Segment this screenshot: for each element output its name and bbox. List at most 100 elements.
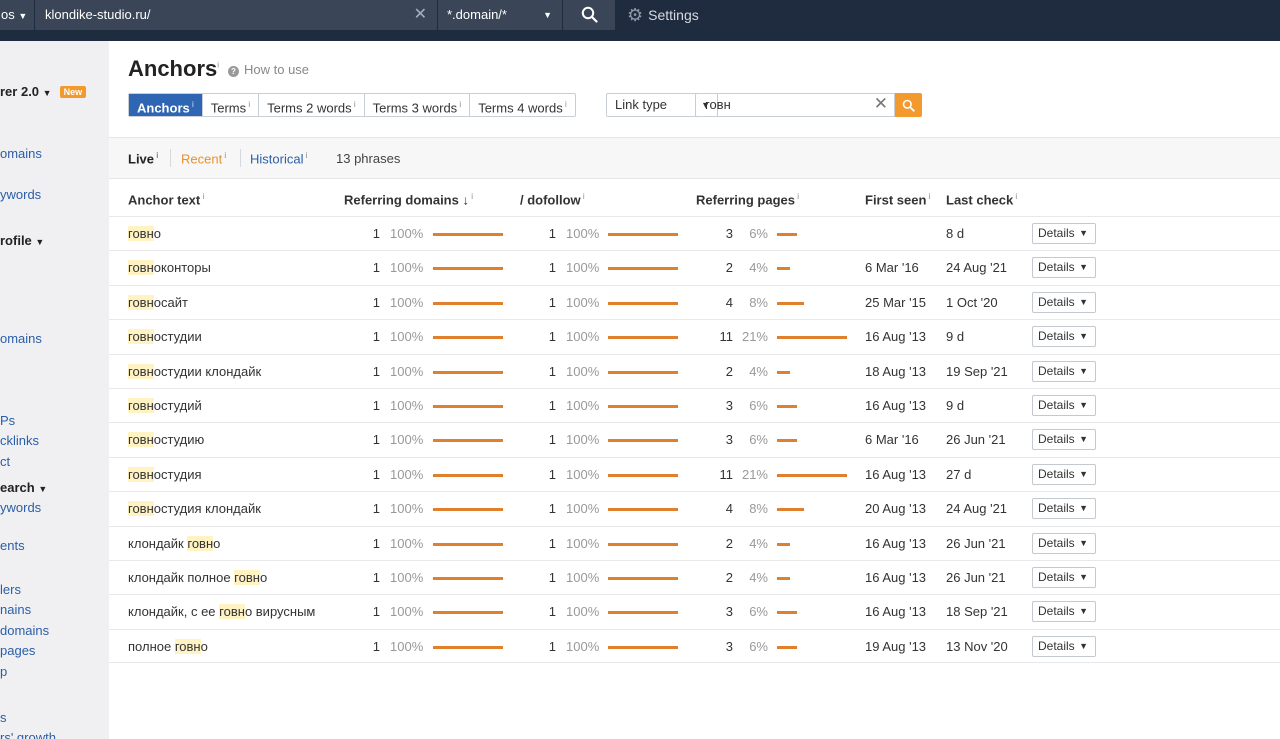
dofollow-value[interactable]: 1 [529,467,556,482]
dofollow-value[interactable]: 1 [529,501,556,516]
settings-button[interactable]: ⚙ Settings [627,0,699,30]
referring-domains-value[interactable]: 1 [353,639,380,654]
details-button[interactable]: Details ▼ [1032,532,1096,554]
chevron-down-icon: ▼ [1079,296,1088,307]
sidebar-item-folders[interactable]: lers [0,582,21,597]
column-header-anchor[interactable]: Anchor text i [128,192,204,207]
clear-url-icon[interactable]: ✕ [414,0,427,30]
tab-terms-2-words[interactable]: Terms 2 words i [258,94,364,116]
sidebar-item-explorer[interactable]: rer 2.0 ▼ New [0,84,87,99]
sidebar-item-ref-domains[interactable]: omains [0,331,42,346]
referring-pages-value[interactable]: 3 [705,398,733,413]
sidebar-item-linked-domains[interactable]: domains [0,623,49,638]
referring-pages-value[interactable]: 11 [705,467,734,482]
details-button[interactable]: Details ▼ [1032,567,1096,588]
referring-domains-value[interactable]: 1 [353,226,380,241]
details-button[interactable]: Details ▼ [1032,360,1096,382]
referring-domains-value[interactable]: 1 [353,536,380,551]
referring-pages-value[interactable]: 4 [705,295,733,310]
referring-domains-value[interactable]: 1 [353,501,380,516]
sidebar-item-ips[interactable]: Ps [0,413,15,428]
column-header-dofollow[interactable]: / dofollow i [520,192,585,207]
details-button[interactable]: Details ▼ [1032,291,1096,313]
referring-pages-value[interactable]: 2 [705,536,733,551]
sidebar-item-subdomains[interactable]: nains [0,602,31,617]
tab-terms-4-words[interactable]: Terms 4 words i [469,94,575,116]
dofollow-value[interactable]: 1 [529,364,556,379]
referring-pages-value[interactable]: 2 [705,364,733,379]
referring-pages-value[interactable]: 3 [705,432,733,447]
sidebar-item-map[interactable]: p [0,664,7,679]
clear-filter-icon[interactable]: ✕ [874,93,888,115]
sidebar-item-redirect[interactable]: ct [0,454,10,469]
dofollow-value[interactable]: 1 [529,639,556,654]
details-button[interactable]: Details ▼ [1032,326,1096,348]
dofollow-value[interactable]: 1 [529,226,556,241]
dofollow-value[interactable]: 1 [529,329,556,344]
referring-domains-value[interactable]: 1 [353,398,380,413]
tab-terms[interactable]: Terms i [201,94,258,116]
sidebar-item-keywords[interactable]: ywords [0,187,41,202]
dofollow-value[interactable]: 1 [529,295,556,310]
referring-domains-value[interactable]: 1 [353,329,380,344]
column-header-last-check[interactable]: Last check i [946,192,1017,207]
filter-search-button[interactable] [895,93,922,117]
sidebar-item-content[interactable]: ents [0,538,25,553]
details-button[interactable]: Details ▼ [1032,429,1096,451]
referring-domains-value[interactable]: 1 [353,467,380,482]
referring-pages-value[interactable]: 4 [705,501,733,516]
sidebar-item-competitors-growth[interactable]: rs' growth [0,730,56,739]
anchor-text-suffix: оконторы [153,260,211,276]
mode-live[interactable]: Live i [128,151,158,166]
anchor-filter-input[interactable]: говн ✕ [695,93,895,117]
referring-domains-value[interactable]: 1 [353,432,380,447]
how-to-use-link[interactable]: ? How to use [228,62,309,77]
referring-pages-value[interactable]: 2 [705,570,733,585]
sidebar-item-profile[interactable]: rofile ▼ [0,233,44,248]
sidebar-item-top-pages[interactable]: pages [0,643,35,658]
referring-pages-value[interactable]: 2 [705,260,733,275]
sidebar-item-backlinks[interactable]: cklinks [0,433,39,448]
dofollow-value[interactable]: 1 [529,570,556,585]
referring-pages-percent: 6% [749,432,768,448]
mode-dropdown[interactable]: os ▼ [0,0,34,30]
chevron-down-icon: ▼ [1079,640,1088,651]
sidebar-item-organic-keywords[interactable]: ywords [0,500,41,515]
url-input[interactable]: klondike-studio.ru/ ✕ [35,0,437,30]
referring-domains-value[interactable]: 1 [353,260,380,275]
sidebar-item-domains[interactable]: omains [0,146,42,161]
referring-domains-value[interactable]: 1 [353,604,380,619]
details-button[interactable]: Details ▼ [1032,223,1096,244]
sidebar-item-search[interactable]: earch ▼ [0,480,47,495]
mode-historical[interactable]: Historical i [250,151,307,166]
scope-dropdown[interactable]: *.domain/* ▼ [438,0,562,30]
referring-pages-value[interactable]: 11 [705,329,734,344]
referring-pages-value[interactable]: 3 [705,226,733,241]
tab-terms-3-words[interactable]: Terms 3 words i [363,94,470,116]
column-header-referring-pages[interactable]: Referring pages i [696,192,799,207]
referring-pages-value[interactable]: 3 [705,639,733,654]
referring-pages-value[interactable]: 3 [705,604,733,619]
dofollow-value[interactable]: 1 [529,398,556,413]
details-button[interactable]: Details ▼ [1032,635,1096,657]
referring-domains-value[interactable]: 1 [353,570,380,585]
details-button[interactable]: Details ▼ [1032,498,1096,520]
details-button[interactable]: Details ▼ [1032,601,1096,623]
dofollow-value[interactable]: 1 [529,604,556,619]
info-icon[interactable]: i [217,61,219,70]
dofollow-value[interactable]: 1 [529,260,556,275]
referring-domains-value[interactable]: 1 [353,364,380,379]
details-button[interactable]: Details ▼ [1032,395,1096,416]
mode-recent[interactable]: Recent i [181,151,226,166]
tab-anchors[interactable]: Anchors i [129,94,202,116]
referring-pages-percent: 21% [741,329,768,345]
search-button[interactable] [563,0,615,30]
sidebar-item-stats[interactable]: s [0,710,7,725]
referring-domains-value[interactable]: 1 [353,295,380,310]
details-button[interactable]: Details ▼ [1032,463,1096,485]
dofollow-value[interactable]: 1 [529,536,556,551]
dofollow-value[interactable]: 1 [529,432,556,447]
details-button[interactable]: Details ▼ [1032,257,1096,279]
column-header-referring-domains[interactable]: Referring domains ↓ i [344,192,473,207]
column-header-first-seen[interactable]: First seen i [865,192,930,207]
